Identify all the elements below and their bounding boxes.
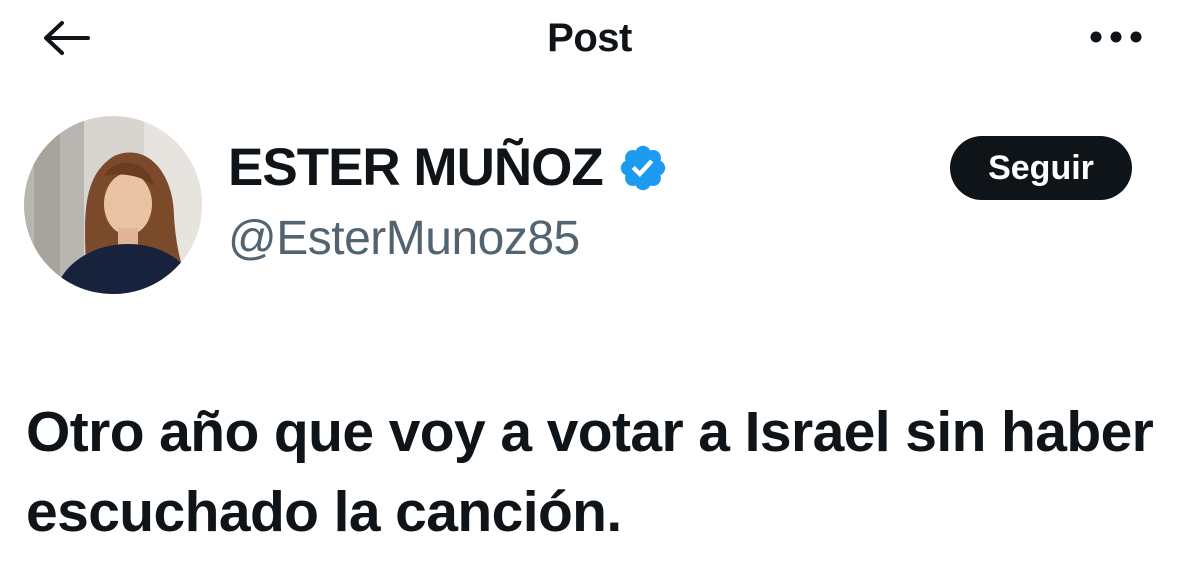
follow-button[interactable]: Seguir (950, 136, 1132, 200)
display-name[interactable]: ESTER MUÑOZ (228, 136, 604, 200)
name-row: ESTER MUÑOZ (228, 136, 669, 200)
profile-photo (24, 116, 202, 294)
avatar[interactable] (24, 116, 202, 294)
more-options-button[interactable] (1081, 14, 1151, 60)
top-navigation-bar: Post (0, 0, 1179, 80)
page-title: Post (547, 16, 632, 60)
user-handle[interactable]: @EsterMunoz85 (228, 210, 669, 268)
author-info: ESTER MUÑOZ @EsterMunoz85 (228, 136, 669, 268)
verified-badge-icon[interactable] (617, 142, 669, 194)
post-text: Otro año que voy a votar a Israel sin ha… (26, 400, 1154, 544)
more-horizontal-icon (1090, 31, 1142, 43)
